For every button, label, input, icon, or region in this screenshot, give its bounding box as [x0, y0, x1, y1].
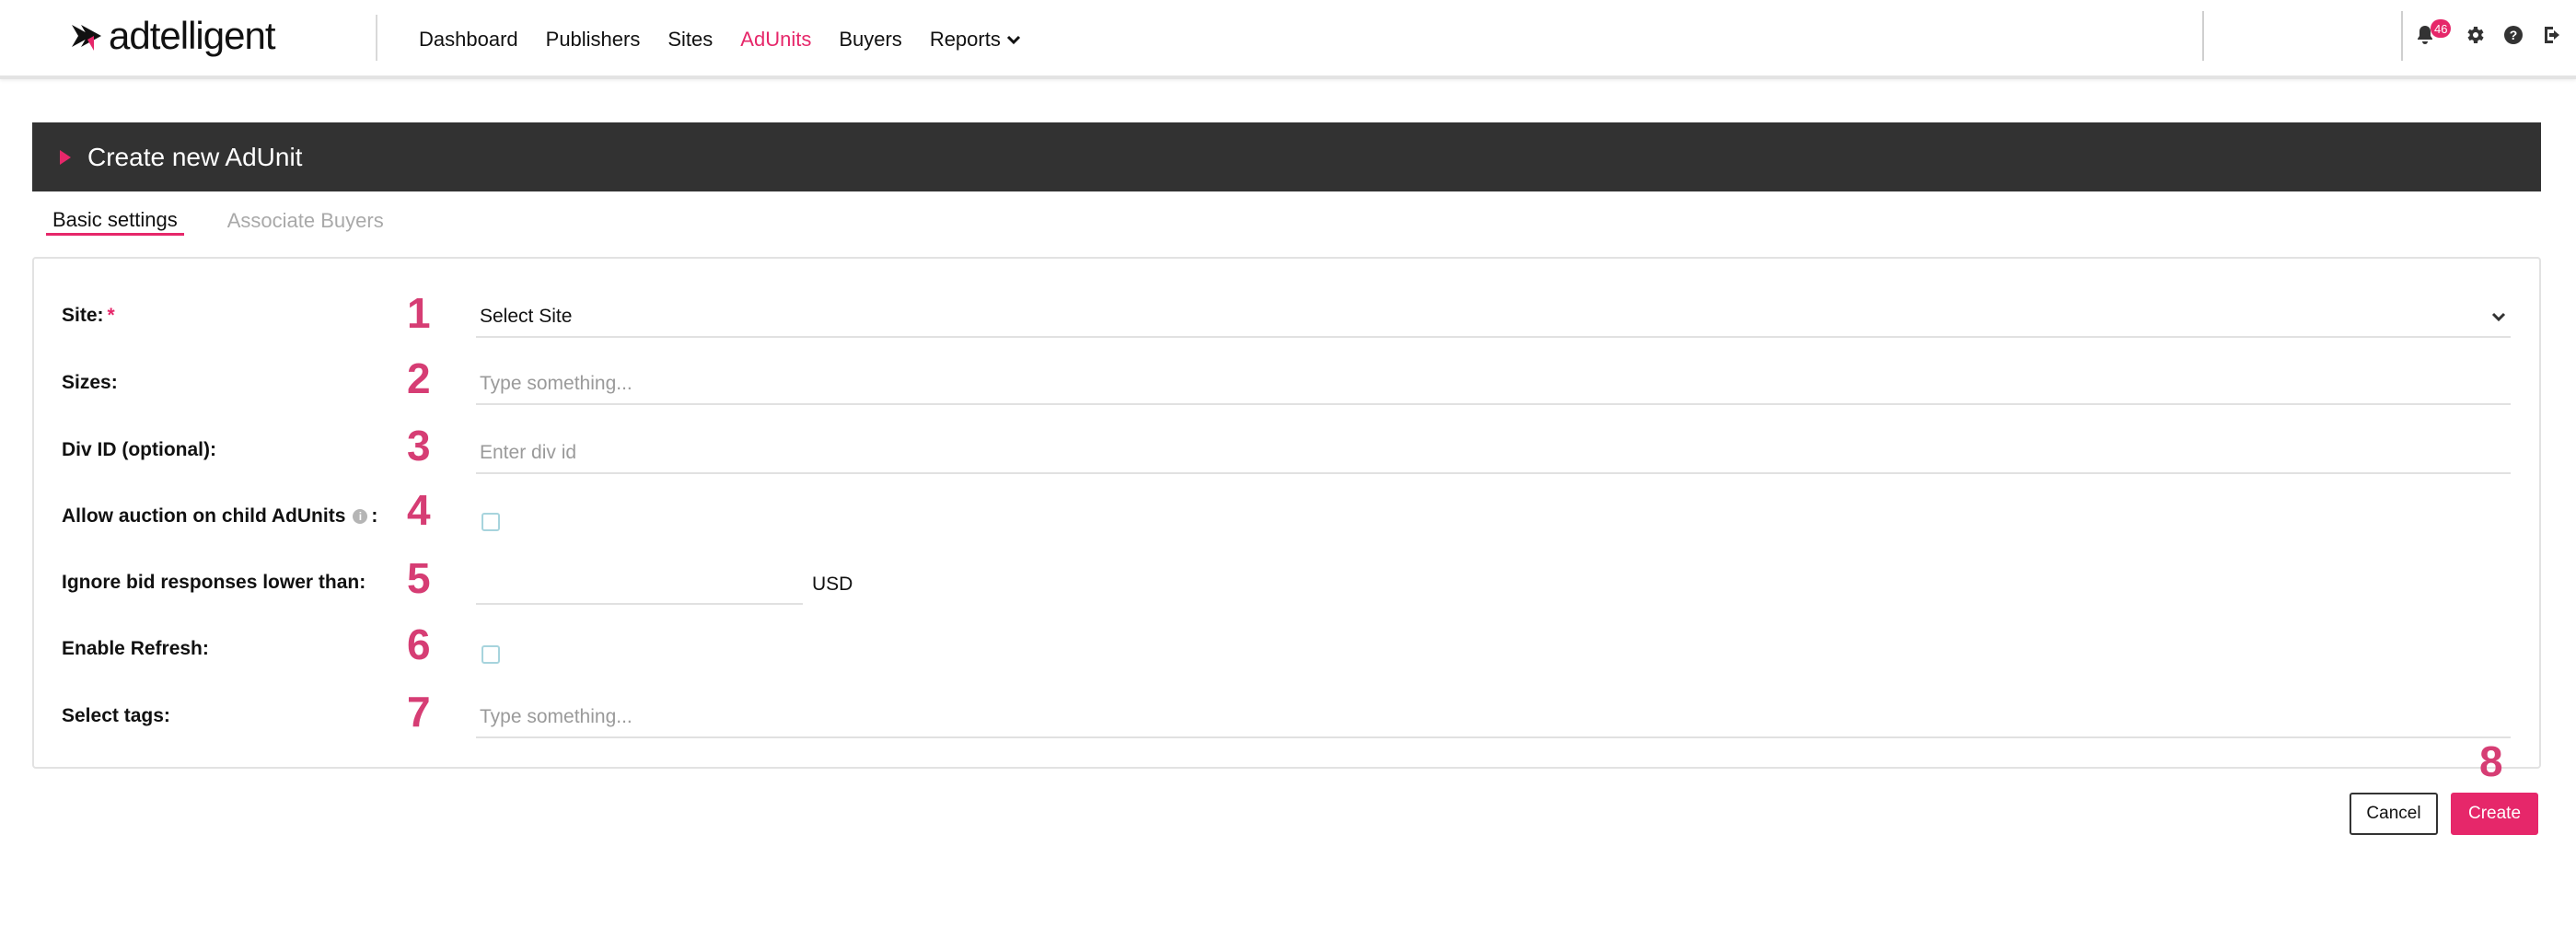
logo-mark-icon	[72, 25, 101, 51]
nav-reports[interactable]: Reports	[930, 28, 1021, 52]
ignore-bid-label: Ignore bid responses lower than:	[62, 572, 366, 593]
form-row-div-id: Div ID (optional): 3	[34, 421, 2539, 485]
annotation-number: 8	[2479, 737, 2503, 785]
ignore-bid-input[interactable]	[476, 564, 803, 605]
allow-auction-label: Allow auction on child AdUnits i :	[62, 505, 377, 527]
currency-unit: USD	[812, 574, 853, 595]
annotation-number: 1	[407, 289, 431, 337]
help-button[interactable]: ?	[2501, 22, 2526, 48]
top-navbar: adtelligent Dashboard Publishers Sites A…	[0, 0, 2576, 79]
logo-text: adtelligent	[109, 14, 275, 57]
nav-publishers[interactable]: Publishers	[546, 28, 641, 52]
annotation-number: 3	[407, 422, 431, 470]
create-button[interactable]: Create	[2451, 793, 2538, 835]
help-icon: ?	[2504, 26, 2523, 44]
site-label-text: Site:	[62, 305, 104, 326]
form-row-tags: Select tags: 7	[34, 687, 2539, 751]
main-nav: Dashboard Publishers Sites AdUnits Buyer…	[419, 0, 1049, 79]
notification-badge: 46	[2431, 19, 2452, 38]
form-row-ignore-bid: Ignore bid responses lower than: 5 USD	[34, 553, 2539, 618]
form-row-site: Site: * 1 Select Site	[34, 286, 2539, 351]
tab-basic-settings[interactable]: Basic settings	[46, 206, 184, 236]
allow-auction-checkbox[interactable]	[482, 513, 500, 531]
tags-input[interactable]	[476, 698, 2511, 738]
nav-adunits[interactable]: AdUnits	[740, 28, 811, 52]
page-header[interactable]: Create new AdUnit	[32, 122, 2541, 191]
form-panel: Site: * 1 Select Site Sizes: 2 Div ID (o…	[32, 257, 2541, 769]
site-select[interactable]: Select Site	[476, 297, 2511, 338]
nav-buyers[interactable]: Buyers	[839, 28, 901, 52]
enable-refresh-checkbox[interactable]	[482, 645, 500, 664]
sizes-input[interactable]	[476, 365, 2511, 405]
tab-associate-buyers[interactable]: Associate Buyers	[221, 206, 390, 236]
notifications-button[interactable]: 46	[2412, 19, 2452, 48]
chevron-down-icon	[1006, 35, 1020, 45]
nav-icon-group: 46 ?	[2412, 17, 2565, 53]
nav-reports-label: Reports	[929, 28, 1001, 51]
svg-text:?: ?	[2510, 28, 2518, 42]
sizes-label: Sizes:	[62, 372, 118, 393]
form-row-allow-auction: Allow auction on child AdUnits i : 4	[34, 486, 2539, 551]
settings-button[interactable]	[2462, 22, 2488, 48]
cancel-button[interactable]: Cancel	[2350, 793, 2438, 835]
logout-button[interactable]	[2539, 22, 2565, 48]
div-id-input[interactable]	[476, 434, 2511, 474]
page-title: Create new AdUnit	[87, 142, 303, 171]
form-row-sizes: Sizes: 2	[34, 354, 2539, 418]
gear-icon	[2467, 27, 2484, 43]
annotation-number: 5	[407, 554, 431, 602]
nav-divider	[2202, 11, 2204, 61]
enable-refresh-label: Enable Refresh:	[62, 638, 209, 659]
nav-divider	[376, 15, 377, 61]
allow-auction-label-text: Allow auction on child AdUnits	[62, 505, 346, 527]
site-label: Site: *	[62, 305, 115, 327]
annotation-number: 7	[407, 688, 431, 736]
nav-dashboard[interactable]: Dashboard	[419, 28, 518, 52]
nav-sites[interactable]: Sites	[667, 28, 713, 52]
nav-divider	[2401, 11, 2403, 61]
required-mark: *	[107, 305, 115, 326]
allow-auction-label-colon: :	[371, 505, 378, 527]
logout-icon	[2545, 27, 2559, 43]
annotation-number: 4	[407, 486, 431, 534]
tab-bar: Basic settings Associate Buyers	[46, 206, 390, 239]
info-icon[interactable]: i	[353, 509, 368, 524]
form-row-enable-refresh: Enable Refresh: 6	[34, 620, 2539, 684]
caret-right-icon	[60, 149, 71, 165]
annotation-number: 2	[407, 354, 431, 402]
site-select-value: Select Site	[480, 306, 573, 327]
annotation-number: 6	[407, 620, 431, 668]
tags-label: Select tags:	[62, 705, 170, 726]
div-id-label: Div ID (optional):	[62, 439, 216, 460]
logo[interactable]: adtelligent	[70, 13, 275, 59]
chevron-down-icon	[2491, 312, 2506, 322]
